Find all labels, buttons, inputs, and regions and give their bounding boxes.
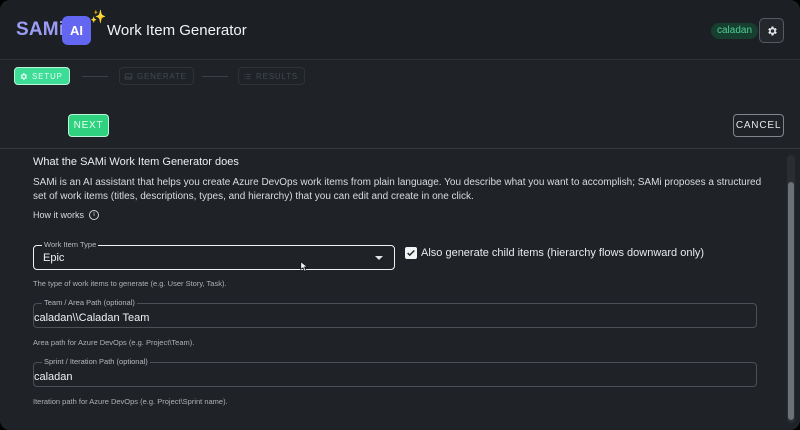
team-area-label: Team / Area Path (optional) xyxy=(42,298,137,308)
work-item-type-select[interactable]: Work Item Type Epic xyxy=(33,240,395,270)
list-icon xyxy=(244,73,251,79)
info-icon[interactable]: i xyxy=(89,210,100,220)
step-generate[interactable]: GENERATE xyxy=(119,67,194,85)
team-area-helper: Area path for Azure DevOps (e.g. Project… xyxy=(33,338,195,347)
team-area-value: caladan\\Caladan Team xyxy=(34,312,150,324)
step-generate-label: GENERATE xyxy=(137,71,187,81)
section-heading: What the SAMi Work Item Generator does xyxy=(33,156,239,168)
step-setup[interactable]: SETUP xyxy=(14,67,70,85)
checkmark-icon xyxy=(407,249,415,257)
child-items-label: Also generate child items (hierarchy flo… xyxy=(421,247,705,259)
sprint-value: caladan xyxy=(34,371,73,383)
team-area-field[interactable]: Team / Area Path (optional) caladan\\Cal… xyxy=(33,298,757,328)
step-connector xyxy=(82,76,108,77)
setup-form: What the SAMi Work Item Generator does S… xyxy=(0,149,786,430)
child-items-option[interactable]: Also generate child items (hierarchy flo… xyxy=(405,247,704,259)
step-results-label: RESULTS xyxy=(256,71,298,81)
user-badge: caladan xyxy=(711,23,759,39)
sprint-field[interactable]: Sprint / Iteration Path (optional) calad… xyxy=(33,357,757,387)
step-results[interactable]: RESULTS xyxy=(238,67,305,85)
description-text: SAMi is an AI assistant that helps you c… xyxy=(33,177,762,202)
how-it-works-label: How it works xyxy=(33,210,85,220)
how-it-works-link[interactable]: How it works i xyxy=(33,210,100,220)
chevron-down-icon xyxy=(375,256,383,260)
mouse-cursor-icon xyxy=(300,261,309,273)
step-setup-label: SETUP xyxy=(32,71,63,81)
ai-badge: AI xyxy=(62,16,91,45)
step-connector xyxy=(202,76,228,77)
app-header: SAMi AI ✨ Work Item Generator caladan xyxy=(0,0,800,60)
gear-icon xyxy=(767,26,777,35)
settings-button[interactable] xyxy=(759,18,784,43)
stepper: SETUP GENERATE RESULTS NEXT CANCEL xyxy=(0,60,800,150)
scrollbar-thumb[interactable] xyxy=(788,182,794,420)
cancel-button[interactable]: CANCEL xyxy=(733,114,784,137)
image-icon xyxy=(124,73,133,79)
gear-icon xyxy=(20,72,28,80)
sprint-label: Sprint / Iteration Path (optional) xyxy=(42,357,150,367)
brand-name: SAMi xyxy=(16,19,65,40)
work-item-type-helper: The type of work items to generate (e.g.… xyxy=(33,279,227,288)
sparkle-icon: ✨ xyxy=(90,9,107,24)
work-item-type-label: Work Item Type xyxy=(42,240,99,250)
app-window: SAMi AI ✨ Work Item Generator caladan SE… xyxy=(0,0,800,430)
next-button[interactable]: NEXT xyxy=(68,114,109,137)
page-title: Work Item Generator xyxy=(107,22,247,39)
sprint-helper: Iteration path for Azure DevOps (e.g. Pr… xyxy=(33,397,228,406)
child-items-checkbox[interactable] xyxy=(405,247,417,259)
work-item-type-value: Epic xyxy=(43,252,65,264)
